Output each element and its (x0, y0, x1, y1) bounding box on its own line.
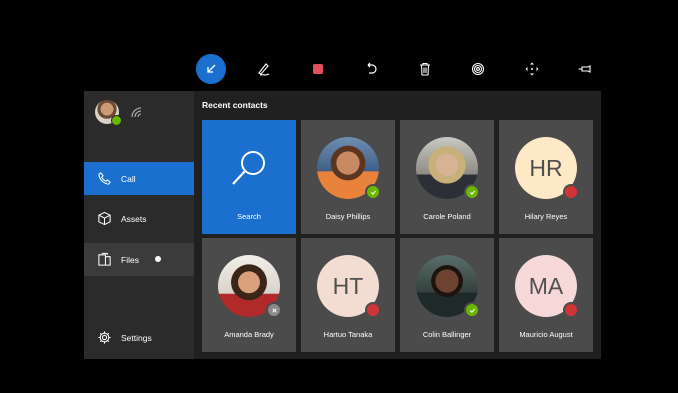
sidebar-item-call[interactable]: Call (84, 162, 194, 195)
contact-tile-hartuo-tanaka[interactable]: HT Hartuo Tanaka (301, 238, 395, 352)
trash-icon (420, 62, 430, 76)
contact-name: Colin Ballinger (422, 330, 472, 339)
sidebar-item-settings[interactable]: Settings (84, 321, 194, 354)
fingerprint-icon (471, 62, 485, 76)
sidebar-item-assets[interactable]: Assets (84, 202, 194, 235)
sidebar-item-label: Settings (121, 332, 152, 343)
status-offline-icon (266, 302, 282, 318)
pen-button[interactable] (249, 54, 279, 84)
contact-name: Hilary Reyes (524, 212, 568, 221)
contact-name: Mauricio August (519, 330, 573, 339)
contact-tile-amanda-brady[interactable]: Amanda Brady (202, 238, 296, 352)
undo-icon (367, 62, 377, 74)
contact-name: Search (237, 212, 261, 221)
contact-tile-mauricio-august[interactable]: MA Mauricio August (499, 238, 593, 352)
section-title: Recent contacts (202, 100, 268, 110)
move-button[interactable] (517, 54, 547, 84)
search-tile[interactable]: Search (202, 120, 296, 234)
minimize-button[interactable] (196, 54, 226, 84)
presence-available-icon (111, 115, 122, 126)
sidebar-item-label: Assets (121, 213, 147, 224)
status-available-icon (464, 302, 480, 318)
pin-button[interactable] (570, 54, 600, 84)
cube-icon (96, 211, 112, 227)
files-icon (96, 252, 112, 268)
pen-icon (258, 63, 270, 76)
contact-name: Carole Poland (423, 212, 471, 221)
minimize-arrow-icon (206, 64, 216, 74)
contact-name: Daisy Phillips (325, 212, 371, 221)
search-icon (232, 151, 265, 185)
contact-tile-carole-poland[interactable]: Carole Poland (400, 120, 494, 234)
delete-button[interactable] (410, 54, 440, 84)
pin-icon (578, 65, 591, 73)
stop-button[interactable] (303, 54, 333, 84)
stop-square-icon (313, 64, 323, 74)
notification-dot (155, 256, 161, 262)
status-available-icon (464, 184, 480, 200)
contact-tile-daisy-phillips[interactable]: Daisy Phillips (301, 120, 395, 234)
contact-name: Hartuo Tanaka (323, 330, 373, 339)
contact-tile-colin-ballinger[interactable]: Colin Ballinger (400, 238, 494, 352)
toolbar (196, 54, 612, 84)
call-panel: Call Assets Files Settings Recent contac… (84, 91, 601, 359)
sidebar: Call Assets Files Settings (84, 91, 194, 359)
status-available-icon (365, 184, 381, 200)
contact-name: Amanda Brady (224, 330, 274, 339)
signal-icon (131, 107, 142, 118)
status-busy-icon (563, 184, 579, 200)
move-icon (525, 62, 539, 76)
undo-button[interactable] (356, 54, 386, 84)
sidebar-item-label: Files (121, 254, 139, 265)
gear-icon (96, 330, 112, 346)
status-busy-icon (365, 302, 381, 318)
contact-tile-hilary-reyes[interactable]: HR Hilary Reyes (499, 120, 593, 234)
status-busy-icon (563, 302, 579, 318)
phone-icon (96, 171, 112, 187)
sidebar-item-label: Call (121, 173, 136, 184)
sidebar-item-files[interactable]: Files (84, 243, 194, 276)
fingerprint-button[interactable] (463, 54, 493, 84)
user-avatar[interactable] (95, 100, 122, 126)
